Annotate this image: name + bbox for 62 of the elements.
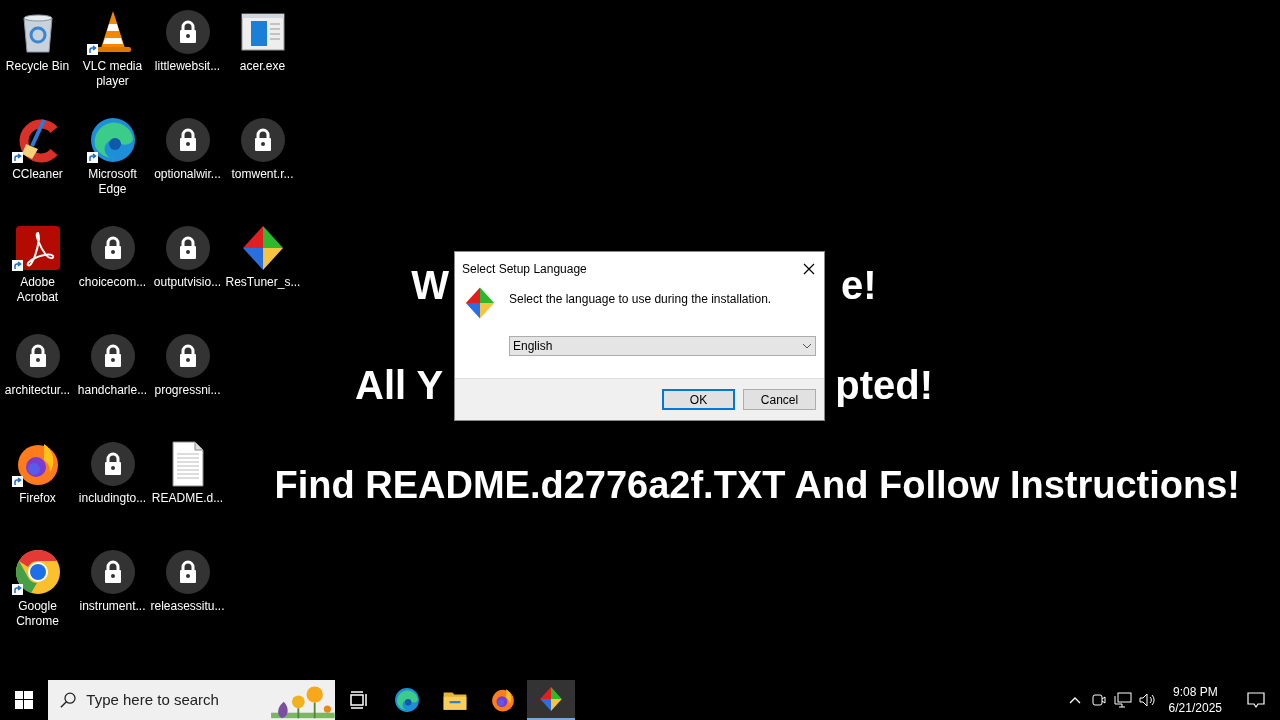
- desktop-shortcut[interactable]: releasessitu...: [150, 548, 225, 614]
- search-field[interactable]: Type here to search: [84, 687, 255, 713]
- wallpaper-text: Find README.d2776a2f.TXT And Follow Instructions!: [274, 463, 1240, 508]
- desktop-shortcut[interactable]: Microsoft Edge: [75, 116, 150, 197]
- desktop-shortcut[interactable]: Recycle Bin: [0, 8, 75, 74]
- desktop-shortcut[interactable]: outputvisio...: [150, 224, 225, 290]
- padlock-icon: [163, 8, 212, 56]
- diamond-icon: [463, 286, 497, 320]
- desktop-shortcut[interactable]: VLC media player: [75, 8, 150, 89]
- window-title: Select Setup Language: [462, 261, 587, 278]
- desktop-shortcut[interactable]: Firefox: [0, 440, 75, 506]
- padlock-icon: [88, 548, 137, 596]
- wallpaper-text: pted!: [835, 362, 933, 408]
- desktop-shortcut[interactable]: tomwent.r...: [225, 116, 300, 182]
- desktop-shortcut[interactable]: instrument...: [75, 548, 150, 614]
- language-dropdown[interactable]: English: [509, 336, 816, 356]
- desktop-shortcut[interactable]: ResTuner_s...: [225, 224, 300, 290]
- desktop-shortcut[interactable]: includingto...: [75, 440, 150, 506]
- swirl-icon: [88, 116, 137, 164]
- desktop-shortcut[interactable]: choicecom...: [75, 224, 150, 290]
- desktop-shortcut[interactable]: handcharle...: [75, 332, 150, 398]
- dialog-message: Select the language to use during the installation.: [509, 291, 773, 308]
- diamond-icon: [538, 686, 564, 712]
- desktop-shortcut[interactable]: CCleaner: [0, 116, 75, 182]
- swirl-icon: [394, 687, 420, 713]
- desktop-shortcut[interactable]: acer.exe: [225, 8, 300, 74]
- clock[interactable]: 9:08 PM 6/21/2025: [1158, 684, 1232, 716]
- padlock-icon: [13, 332, 62, 380]
- wallpaper-text: All Y: [355, 362, 444, 408]
- search-icon: [60, 691, 77, 709]
- volume-icon: [1137, 692, 1156, 708]
- network-icon: [1113, 692, 1132, 708]
- flame-globe-icon: [490, 687, 516, 713]
- padlock-icon: [163, 332, 212, 380]
- search-box[interactable]: Type here to search: [48, 680, 335, 720]
- circle-logo-icon: [13, 548, 62, 596]
- desktop-shortcut[interactable]: Google Chrome: [0, 548, 75, 629]
- desktop-shortcut[interactable]: progressni...: [150, 332, 225, 398]
- padlock-icon: [163, 224, 212, 272]
- wallpaper-text: W: [411, 262, 450, 308]
- desktop-shortcut[interactable]: optionalwir...: [150, 116, 225, 182]
- task-view-icon: [349, 691, 369, 709]
- ok-button[interactable]: OK: [662, 389, 735, 410]
- padlock-icon: [163, 116, 212, 164]
- pdf-icon: [13, 224, 62, 272]
- taskbar-app-button[interactable]: [527, 680, 575, 720]
- camera-icon: [1091, 692, 1106, 708]
- desktop-shortcut[interactable]: README.d...: [150, 440, 225, 506]
- padlock-icon: [88, 332, 137, 380]
- padlock-icon: [88, 440, 137, 488]
- windows-logo-icon: [15, 691, 33, 709]
- desktop-shortcut[interactable]: architectur...: [0, 332, 75, 398]
- wallpaper-text: e!: [841, 262, 877, 308]
- cancel-button[interactable]: Cancel: [743, 389, 816, 410]
- chevron-down-icon: [802, 343, 812, 349]
- padlock-icon: [88, 224, 137, 272]
- padlock-icon: [163, 548, 212, 596]
- desktop-shortcut[interactable]: Adobe Acrobat: [0, 224, 75, 305]
- desktop-shortcut[interactable]: littlewebsit...: [150, 8, 225, 74]
- notification-icon: [1247, 691, 1265, 709]
- padlock-icon: [238, 116, 287, 164]
- close-icon: [803, 263, 815, 275]
